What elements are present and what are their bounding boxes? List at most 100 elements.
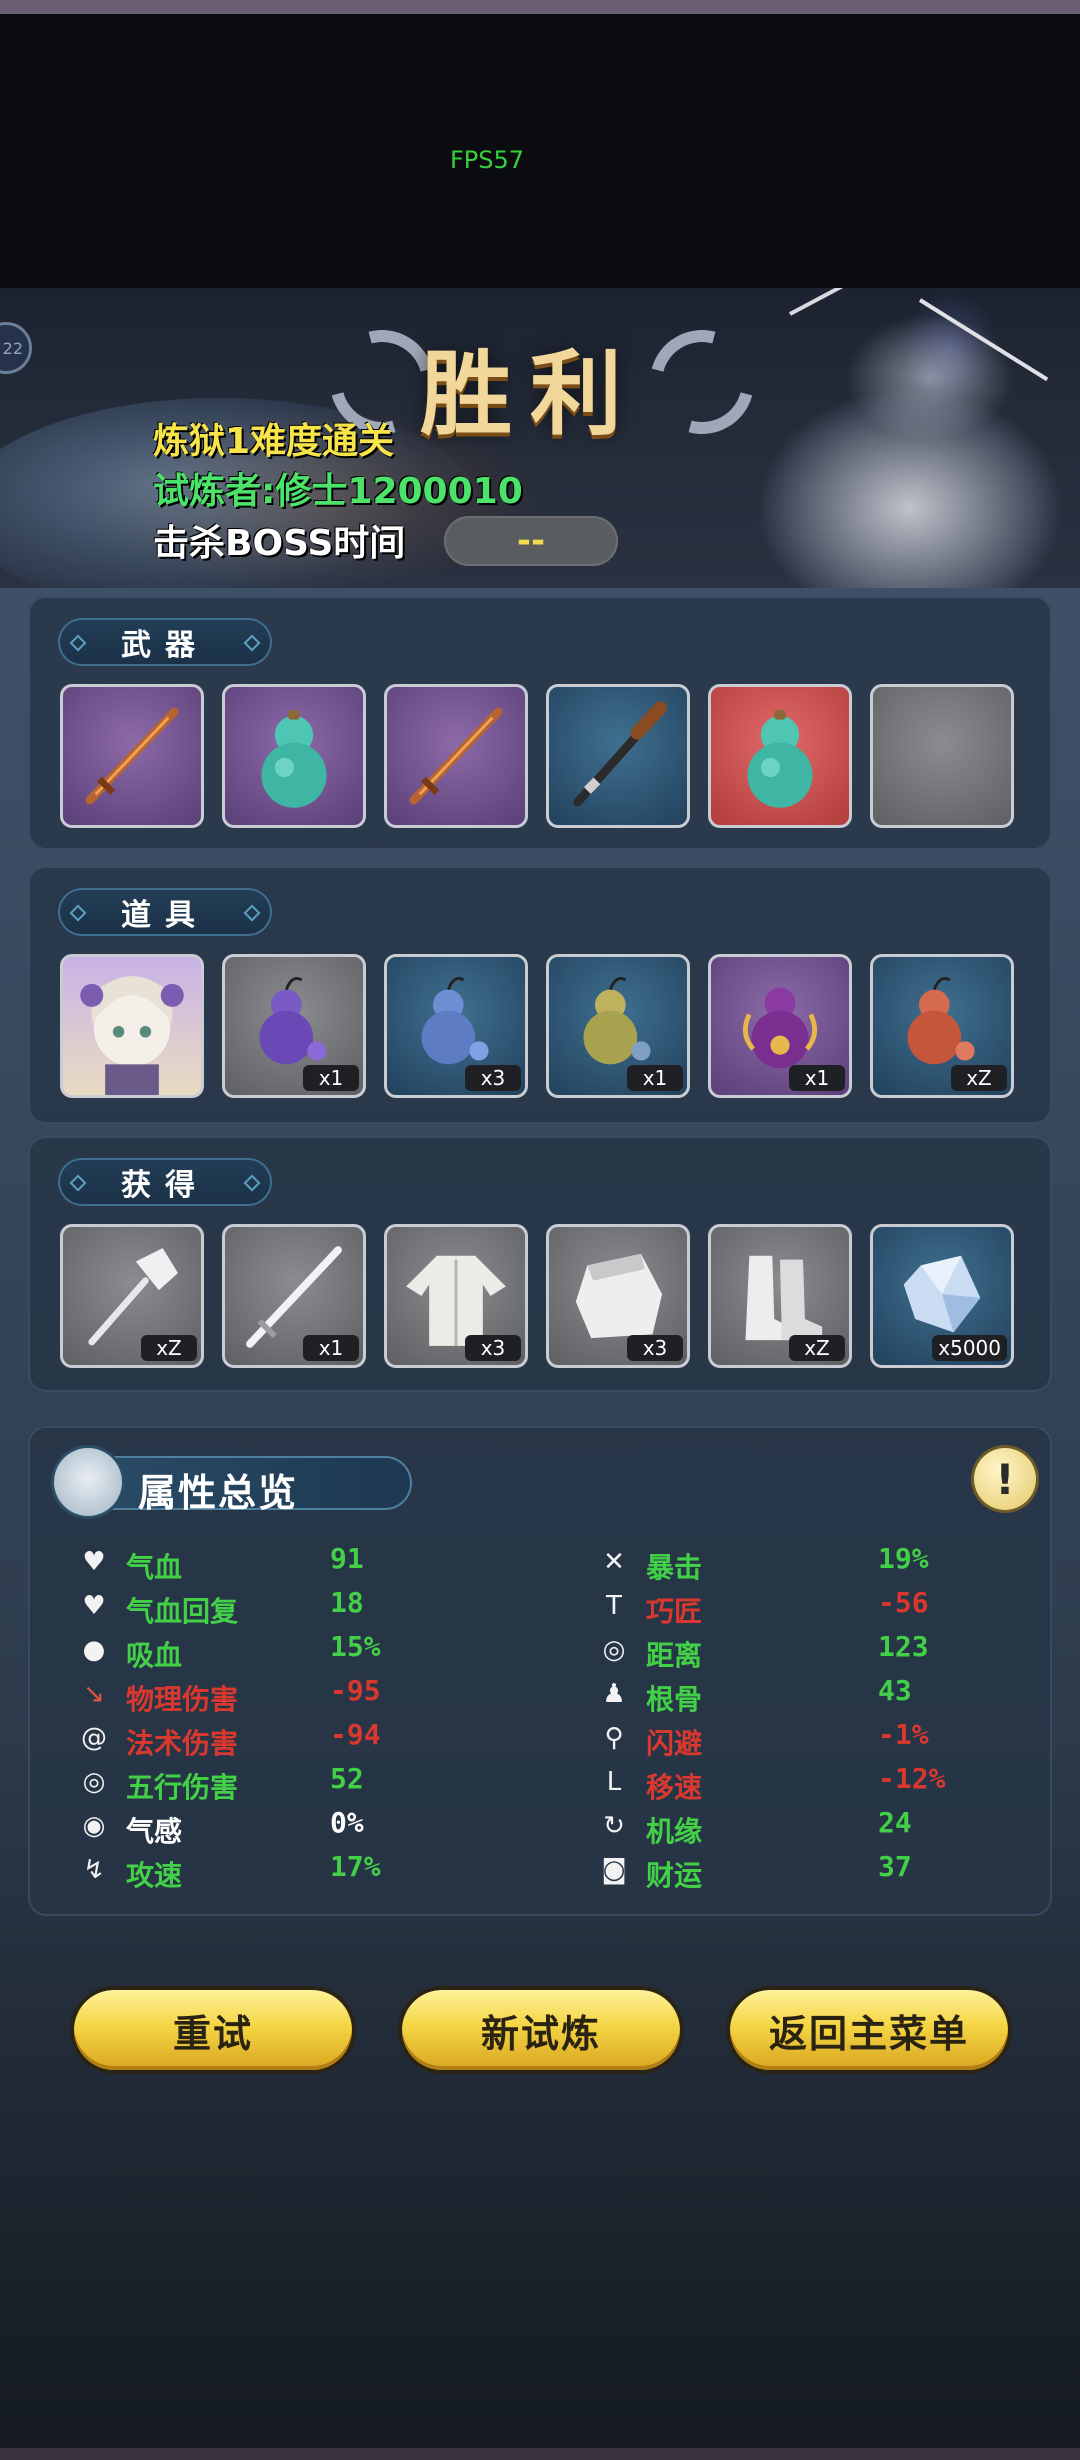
- weapon-slot[interactable]: [222, 684, 366, 828]
- stat-value: -12%: [878, 1762, 946, 1795]
- bronze-sword-icon: [409, 707, 503, 805]
- stat-value: -1%: [878, 1718, 929, 1751]
- bronze-sword-icon: [85, 707, 179, 805]
- item-slot[interactable]: xZ: [870, 954, 1014, 1098]
- stat-label: 暴击: [646, 1551, 703, 1584]
- stat-label: 机缘: [646, 1815, 703, 1848]
- rewards-panel: 获得 xZ x1 x3 x3 xZ x5000: [28, 1136, 1052, 1392]
- empty-weapon-slot[interactable]: [870, 684, 1014, 828]
- stat-value: 24: [878, 1806, 912, 1839]
- stat-label: 移速: [646, 1771, 703, 1804]
- stat-value: 18: [330, 1586, 364, 1619]
- hammer-tool-icon: T: [606, 1591, 622, 1621]
- new-trial-button[interactable]: 新试炼: [402, 1990, 680, 2070]
- stat-row: ↯ 攻速 17%: [68, 1848, 528, 1892]
- reward-slot[interactable]: x3: [384, 1224, 528, 1368]
- item-quantity: x1: [627, 1065, 683, 1091]
- stat-row: ◙ 财运 37: [588, 1848, 1048, 1892]
- item-quantity: x3: [465, 1065, 521, 1091]
- stat-label: 气血回复: [126, 1595, 239, 1628]
- boss-time-value: --: [444, 516, 618, 566]
- stats-mascot-icon: [54, 1448, 122, 1516]
- weapon-slot[interactable]: [384, 684, 528, 828]
- weapon-slot[interactable]: [546, 684, 690, 828]
- reward-slot[interactable]: x5000: [870, 1224, 1014, 1368]
- fps-counter: FPS57: [450, 146, 525, 174]
- heart-icon: ♥: [82, 1547, 106, 1577]
- reward-slot[interactable]: x3: [546, 1224, 690, 1368]
- difficulty-cleared-text: 炼狱1难度通关: [153, 421, 395, 462]
- stats-left-column: ♥ 气血 91 ♥ 气血回复 18 ● 吸血 15% ↘ 物理伤害 -95 @ …: [68, 1540, 528, 1892]
- item-quantity: x1: [303, 1065, 359, 1091]
- item-slot[interactable]: [60, 954, 204, 1098]
- weapon-slot[interactable]: [60, 684, 204, 828]
- stat-label: 攻速: [126, 1859, 183, 1892]
- stats-header: 属性总览: [52, 1448, 412, 1516]
- items-panel: 道具 x1 x3 x1 x1 xZ: [28, 866, 1052, 1124]
- stat-row: ♟ 根骨 43: [588, 1672, 1048, 1716]
- weapon-slots: [60, 684, 1014, 828]
- heart-regen-icon: ♥: [82, 1591, 106, 1621]
- qi-sense-icon: ◉: [82, 1811, 106, 1841]
- character-portrait: [80, 976, 184, 1095]
- stat-row: ◎ 五行伤害 52: [68, 1760, 528, 1804]
- item-slot[interactable]: x1: [222, 954, 366, 1098]
- reward-quantity: xZ: [141, 1335, 197, 1361]
- attack-speed-icon: ↯: [83, 1855, 105, 1885]
- elements-icon: ◎: [82, 1767, 106, 1797]
- trainee-name-text: 试炼者:修士1200010: [153, 471, 523, 512]
- stat-label: 五行伤害: [126, 1771, 239, 1804]
- item-slot[interactable]: x3: [384, 954, 528, 1098]
- body-icon: ♟: [602, 1679, 626, 1709]
- jade-gourd-icon: [747, 710, 813, 808]
- crit-icon: ✕: [603, 1547, 625, 1577]
- items-section-label: 道具: [58, 888, 272, 936]
- stat-value: 19%: [878, 1542, 929, 1575]
- stat-value: 15%: [330, 1630, 381, 1663]
- stat-row: ↘ 物理伤害 -95: [68, 1672, 528, 1716]
- bottom-strip: [0, 2448, 1080, 2460]
- main-menu-button[interactable]: 返回主菜单: [730, 1990, 1008, 2070]
- stat-row: ◎ 距离 123: [588, 1628, 1048, 1672]
- retry-button[interactable]: 重试: [74, 1990, 352, 2070]
- stat-row: ✕ 暴击 19%: [588, 1540, 1048, 1584]
- spiral-icon: @: [81, 1723, 107, 1753]
- stats-panel: 属性总览 ! ♥ 气血 91 ♥ 气血回复 18 ● 吸血 15% ↘ 物理伤害…: [28, 1426, 1052, 1916]
- stat-value: -56: [878, 1586, 929, 1619]
- stat-value: 52: [330, 1762, 364, 1795]
- stat-row: ♥ 气血 91: [68, 1540, 528, 1584]
- stat-value: -94: [330, 1718, 381, 1751]
- stat-label: 气感: [126, 1815, 183, 1848]
- weapons-panel: 武器: [28, 596, 1052, 850]
- stat-value: 91: [330, 1542, 364, 1575]
- stat-row: ◉ 气感 0%: [68, 1804, 528, 1848]
- range-icon: ◎: [602, 1635, 626, 1665]
- stat-value: 123: [878, 1630, 929, 1663]
- dodge-icon: ⚲: [604, 1723, 624, 1753]
- stat-value: 43: [878, 1674, 912, 1707]
- stat-label: 根骨: [646, 1683, 703, 1716]
- weapon-slot[interactable]: [708, 684, 852, 828]
- item-slot[interactable]: x1: [546, 954, 690, 1098]
- jade-gourd-icon: [261, 710, 327, 808]
- dagger-icon: ↘: [83, 1679, 105, 1709]
- stat-label: 物理伤害: [126, 1683, 239, 1716]
- reward-slots: xZ x1 x3 x3 xZ x5000: [60, 1224, 1014, 1368]
- stat-row: T 巧匠 -56: [588, 1584, 1048, 1628]
- reward-slot[interactable]: x1: [222, 1224, 366, 1368]
- stat-value: 37: [878, 1850, 912, 1883]
- victory-title: 胜利: [420, 340, 641, 448]
- reward-slot[interactable]: xZ: [708, 1224, 852, 1368]
- boss-time-label: 击杀BOSS时间: [153, 523, 406, 564]
- stat-label: 财运: [646, 1859, 703, 1892]
- stat-row: ⚲ 闪避 -1%: [588, 1716, 1048, 1760]
- staff-icon: [573, 701, 667, 807]
- reward-quantity: x3: [627, 1335, 683, 1361]
- reward-slot[interactable]: xZ: [60, 1224, 204, 1368]
- item-slot[interactable]: x1: [708, 954, 852, 1098]
- rewards-section-label: 获得: [58, 1158, 272, 1206]
- stat-label: 闪避: [646, 1727, 703, 1760]
- info-alert-button[interactable]: !: [974, 1448, 1036, 1510]
- reward-quantity: x3: [465, 1335, 521, 1361]
- weapons-section-label: 武器: [58, 618, 272, 666]
